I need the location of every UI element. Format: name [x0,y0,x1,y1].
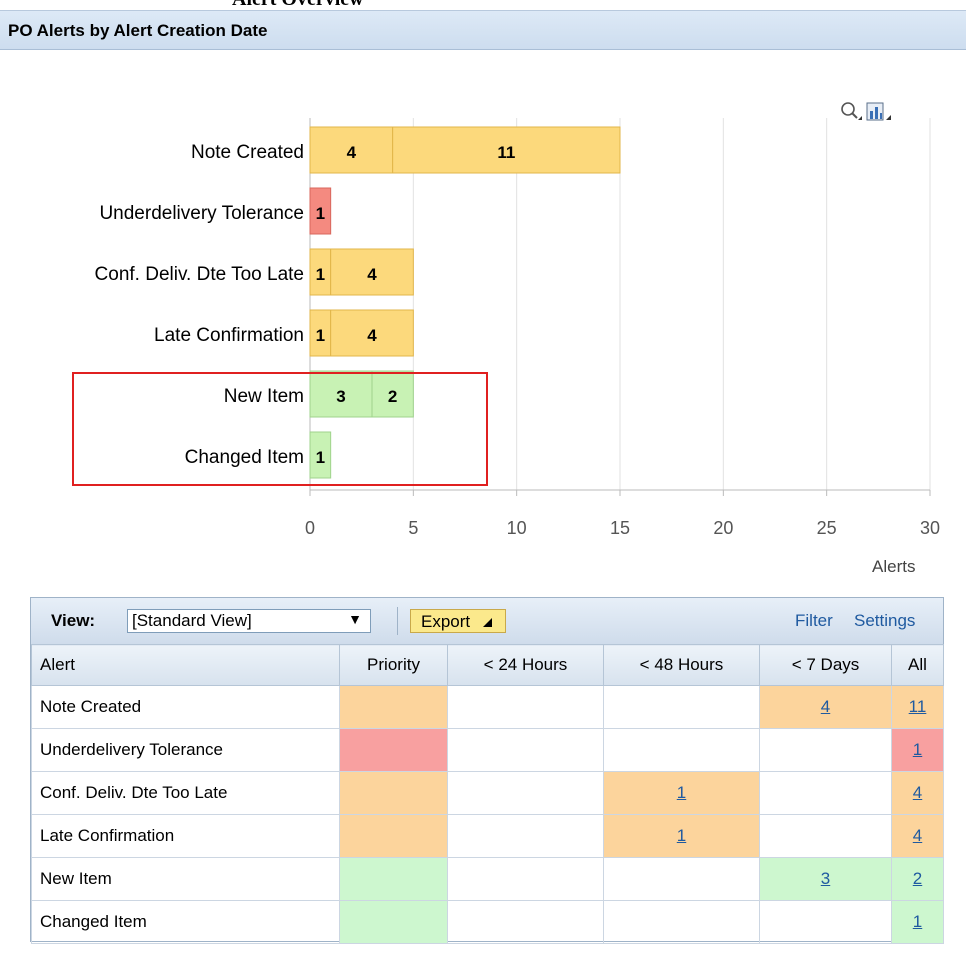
count-48h-cell: 1 [603,814,760,858]
count-48h-cell [603,857,760,901]
view-select-value: [Standard View] [132,611,252,630]
view-label: View: [51,611,96,630]
count-link[interactable]: 2 [913,869,922,888]
caret-down-icon [483,618,492,627]
column-header-24h[interactable]: < 24 Hours [447,644,604,686]
category-label: Underdelivery Tolerance [99,203,304,224]
count-48h-cell [603,728,760,772]
priority-cell [339,857,448,901]
table-row: Conf. Deliv. Dte Too Late 1 4 [31,771,944,815]
x-tick-label: 10 [507,518,527,538]
column-header-48h[interactable]: < 48 Hours [603,644,760,686]
alert-name-cell: Note Created [31,685,340,729]
filter-link[interactable]: Filter [795,611,833,631]
count-all-cell: 4 [891,771,944,815]
alerts-table: Alert Priority < 24 Hours < 48 Hours < 7… [31,644,944,944]
count-7d-cell [759,900,892,944]
count-link[interactable]: 11 [909,697,927,716]
count-all-cell: 11 [891,685,944,729]
highlight-box [72,372,488,486]
count-48h-cell [603,685,760,729]
count-link[interactable]: 1 [677,783,686,802]
data-label: 4 [347,143,357,162]
count-24h-cell [447,728,604,772]
alert-name-cell: New Item [31,857,340,901]
x-axis-label: Alerts [872,557,916,576]
x-tick-label: 0 [305,518,315,538]
count-link[interactable]: 4 [821,697,830,716]
count-7d-cell [759,728,892,772]
x-tick-label: 15 [610,518,630,538]
view-select[interactable]: [Standard View] ▼ [127,609,371,633]
count-7d-cell: 3 [759,857,892,901]
settings-link[interactable]: Settings [854,611,915,631]
x-tick-label: 30 [920,518,940,538]
priority-cell [339,728,448,772]
table-row: Underdelivery Tolerance 1 [31,728,944,772]
count-link[interactable]: 1 [913,740,922,759]
count-7d-cell [759,814,892,858]
alerts-table-panel: View: [Standard View] ▼ Export Filter Se… [30,597,944,944]
x-tick-label: 5 [408,518,418,538]
data-label: 4 [367,326,377,345]
count-all-cell: 4 [891,814,944,858]
chevron-down-icon: ▼ [348,611,362,627]
count-48h-cell: 1 [603,771,760,815]
category-label: Late Confirmation [154,325,304,346]
table-toolbar: View: [Standard View] ▼ Export Filter Se… [31,598,943,645]
column-header-alert[interactable]: Alert [31,644,340,686]
alert-name-cell: Late Confirmation [31,814,340,858]
count-link[interactable]: 1 [677,826,686,845]
category-label: Conf. Deliv. Dte Too Late [95,264,304,285]
category-label: Note Created [191,142,304,163]
count-7d-cell [759,771,892,815]
data-label: 1 [316,204,325,223]
count-link[interactable]: 4 [913,783,922,802]
priority-cell [339,685,448,729]
count-24h-cell [447,814,604,858]
count-7d-cell: 4 [759,685,892,729]
count-24h-cell [447,771,604,815]
column-header-7d[interactable]: < 7 Days [759,644,892,686]
alert-name-cell: Changed Item [31,900,340,944]
po-alerts-bar-chart: 0 5 10 15 20 25 30Note Created 4 11Underdelivery… [95,118,940,538]
table-row: Note Created 4 11 [31,685,944,729]
data-label: 11 [497,143,515,162]
count-link[interactable]: 3 [821,869,830,888]
count-link[interactable]: 4 [913,826,922,845]
count-link[interactable]: 1 [913,912,922,931]
count-48h-cell [603,900,760,944]
count-24h-cell [447,900,604,944]
column-header-priority[interactable]: Priority [339,644,448,686]
count-24h-cell [447,685,604,729]
table-row: Changed Item 1 [31,900,944,944]
table-header-row: Alert Priority < 24 Hours < 48 Hours < 7… [31,644,944,686]
priority-cell [339,900,448,944]
data-label: 1 [316,326,325,345]
count-all-cell: 1 [891,728,944,772]
column-header-all[interactable]: All [891,644,944,686]
priority-cell [339,814,448,858]
export-label: Export [421,612,471,631]
x-tick-label: 25 [817,518,837,538]
alert-name-cell: Conf. Deliv. Dte Too Late [31,771,340,815]
data-label: 4 [367,265,377,284]
x-tick-label: 20 [713,518,733,538]
count-all-cell: 1 [891,900,944,944]
data-label: 1 [316,265,325,284]
count-all-cell: 2 [891,857,944,901]
table-row: New Item 3 2 [31,857,944,901]
count-24h-cell [447,857,604,901]
priority-cell [339,771,448,815]
export-button[interactable]: Export [410,609,506,633]
table-row: Late Confirmation 1 4 [31,814,944,858]
alert-name-cell: Underdelivery Tolerance [31,728,340,772]
toolbar-separator [397,607,398,635]
